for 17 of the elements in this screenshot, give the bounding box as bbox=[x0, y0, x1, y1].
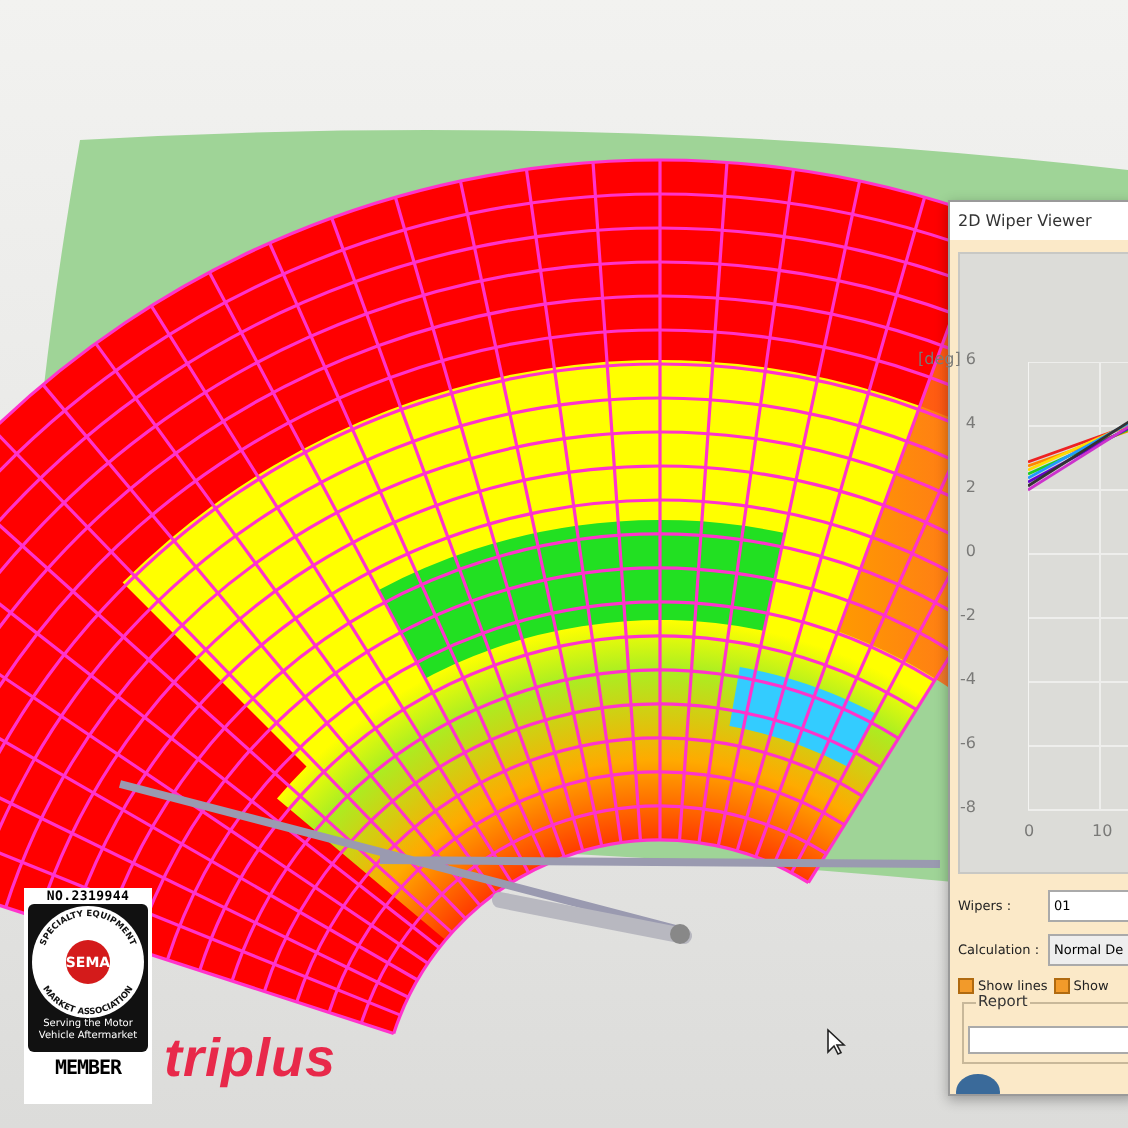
y-axis-label: 4 bbox=[965, 413, 976, 432]
x-axis-label: 0 bbox=[1024, 821, 1035, 840]
y-axis-label: 0 bbox=[965, 541, 976, 560]
checkbox[interactable] bbox=[1053, 978, 1070, 995]
checkbox[interactable] bbox=[958, 978, 974, 995]
mouse-cursor-icon bbox=[826, 1028, 846, 1056]
badge-member-text: MEMBER bbox=[54, 1058, 122, 1080]
y-axis-label: -8 bbox=[960, 797, 976, 816]
x-axis-label: 10 bbox=[1092, 821, 1113, 840]
report-field[interactable] bbox=[968, 1025, 1128, 1054]
y-axis-label: 2 bbox=[965, 477, 976, 496]
y-axis-label: -4 bbox=[960, 669, 976, 688]
y-axis-label: [deg] 6 bbox=[918, 349, 976, 368]
brand-logo-text: triplus bbox=[164, 1028, 337, 1090]
y-axis-label: -6 bbox=[960, 733, 976, 752]
dialog-title: 2D Wiper Viewer bbox=[958, 211, 1092, 230]
y-axis-label: -2 bbox=[960, 605, 976, 624]
